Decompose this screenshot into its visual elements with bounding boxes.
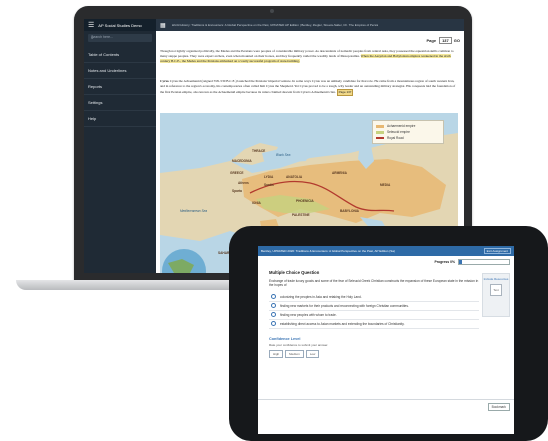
map-label: LYDIA [264, 175, 274, 179]
map-label: BABYLONIA [340, 209, 359, 213]
question-heading: Multiple Choice Question [269, 270, 320, 275]
map-label: Athens [238, 181, 249, 185]
answer-option[interactable]: finding new peoples with whom to trade. [269, 311, 479, 320]
breadcrumb: World History: Traditions & Encounters: … [171, 23, 379, 27]
map-label: Black Sea [276, 153, 291, 157]
answer-option[interactable]: establishing direct access to Asian mark… [269, 320, 479, 329]
map-legend: Achaemenid empire Seleucid empire Royal … [372, 120, 444, 144]
legend-label: Seleucid empire [387, 130, 410, 134]
confidence-heading: Confidence Level [269, 336, 301, 341]
map-label: THRACE [252, 149, 266, 153]
app-title: AP Social Studies Demo [98, 22, 142, 28]
confidence-choices: High Medium Low [269, 349, 479, 358]
map-label: PALESTINE [292, 213, 310, 217]
legend-swatch [376, 130, 384, 134]
camera-dot [270, 9, 274, 13]
footer-divider [258, 399, 514, 400]
progress-indicator: Progress 0% [434, 259, 510, 265]
confidence-medium-button[interactable]: Medium [285, 349, 304, 358]
confidence-note: Rate your confidence to submit your answ… [269, 342, 329, 347]
sidebar: ☰ AP Social Studies Demo Search here... … [84, 19, 156, 273]
search-input[interactable]: Search here... ⌕ [88, 34, 152, 42]
map-label: ARMENIA [332, 171, 347, 175]
radio-button[interactable] [271, 294, 276, 300]
resource-text-button[interactable]: Text [490, 284, 502, 296]
radio-button[interactable] [271, 321, 276, 327]
menu-icon[interactable]: ☰ [88, 22, 94, 29]
legend-label: Achaemenid empire [387, 124, 416, 128]
sidebar-item-settings[interactable]: Settings [84, 95, 156, 111]
reader-topbar: ▦ World History: Traditions & Encounters… [156, 19, 464, 31]
answer-text: colonizing the peoples in Asia and retak… [280, 294, 362, 299]
question-panel: Multiple Choice Question Exchange of tra… [269, 270, 479, 358]
page-navigator: Page 137 GO [427, 37, 460, 44]
page-marker[interactable]: Page 137 [336, 89, 354, 96]
sidebar-item-help[interactable]: Help [84, 111, 156, 127]
map-label: GREECE [230, 171, 244, 175]
answer-text: finding new markets for their products a… [280, 303, 409, 308]
map-label: IONIA [252, 201, 261, 205]
map-label: Mediterranean Sea [180, 209, 208, 213]
exit-assignment-button[interactable]: Exit Assignment [483, 248, 511, 254]
confidence-high-button[interactable]: High [269, 349, 284, 358]
answer-option[interactable]: colonizing the peoples in Asia and retak… [269, 293, 479, 302]
legend-item: Royal Road [376, 135, 440, 141]
legend-swatch [376, 137, 384, 139]
apps-grid-icon[interactable]: ▦ [160, 22, 166, 29]
page-label: Page [426, 38, 437, 43]
confidence-low-button[interactable]: Low [305, 349, 320, 358]
section-lead: Cyrus [160, 79, 169, 83]
page-number-input[interactable]: 137 [439, 37, 452, 44]
question-prompt: Exchange of trade luxury goods and some … [269, 279, 479, 288]
paragraph-cyrus: Cyrus Cyrus the Achaemenid (reigned 558–… [160, 79, 456, 96]
go-button[interactable]: GO [454, 38, 460, 43]
progress-fill [459, 260, 462, 264]
progress-bar [458, 259, 510, 265]
bookmark-button[interactable]: Bookmark [487, 403, 510, 411]
answer-text: finding new peoples with whom to trade. [280, 312, 337, 317]
sidebar-item-table-of-contents[interactable]: Table of Contents [84, 47, 156, 63]
answer-text: establishing direct access to Asian mark… [280, 321, 405, 326]
resources-label: Include Resources [483, 277, 509, 281]
sidebar-header: ☰ AP Social Studies Demo [84, 19, 156, 31]
tablet-screen: Bentley, UPDATED 2020: Traditions & Enco… [258, 246, 514, 434]
assignment-title: Bentley, UPDATED 2020: Traditions & Enco… [261, 249, 395, 253]
radio-button[interactable] [271, 303, 276, 309]
answer-option[interactable]: finding new markets for their products a… [269, 302, 479, 311]
radio-button[interactable] [271, 312, 276, 318]
legend-label: Royal Road [387, 136, 404, 140]
map-label: MACEDONIA [232, 159, 252, 163]
progress-label: Progress 0% [434, 260, 455, 264]
paragraph-medes-persians: Though not tightly organized politically… [160, 49, 456, 64]
resources-panel[interactable]: Include Resources Text [482, 273, 510, 317]
map-label: ANATOLIA [286, 175, 303, 179]
map-label: MEDIA [380, 183, 391, 187]
paragraph-text: Cyrus the Achaemenid (reigned 558–530 B.… [160, 79, 456, 94]
sidebar-item-reports[interactable]: Reports [84, 79, 156, 95]
map-label: PHOENICIA [296, 199, 314, 203]
sidebar-item-notes[interactable]: Notes and Underlines [84, 63, 156, 79]
search-icon[interactable]: ⌕ [91, 34, 149, 42]
assignment-topbar: Bentley, UPDATED 2020: Traditions & Enco… [258, 246, 514, 256]
legend-swatch [376, 124, 384, 128]
map-label: Sparta [232, 189, 242, 193]
map-label: Sardis [264, 183, 274, 187]
